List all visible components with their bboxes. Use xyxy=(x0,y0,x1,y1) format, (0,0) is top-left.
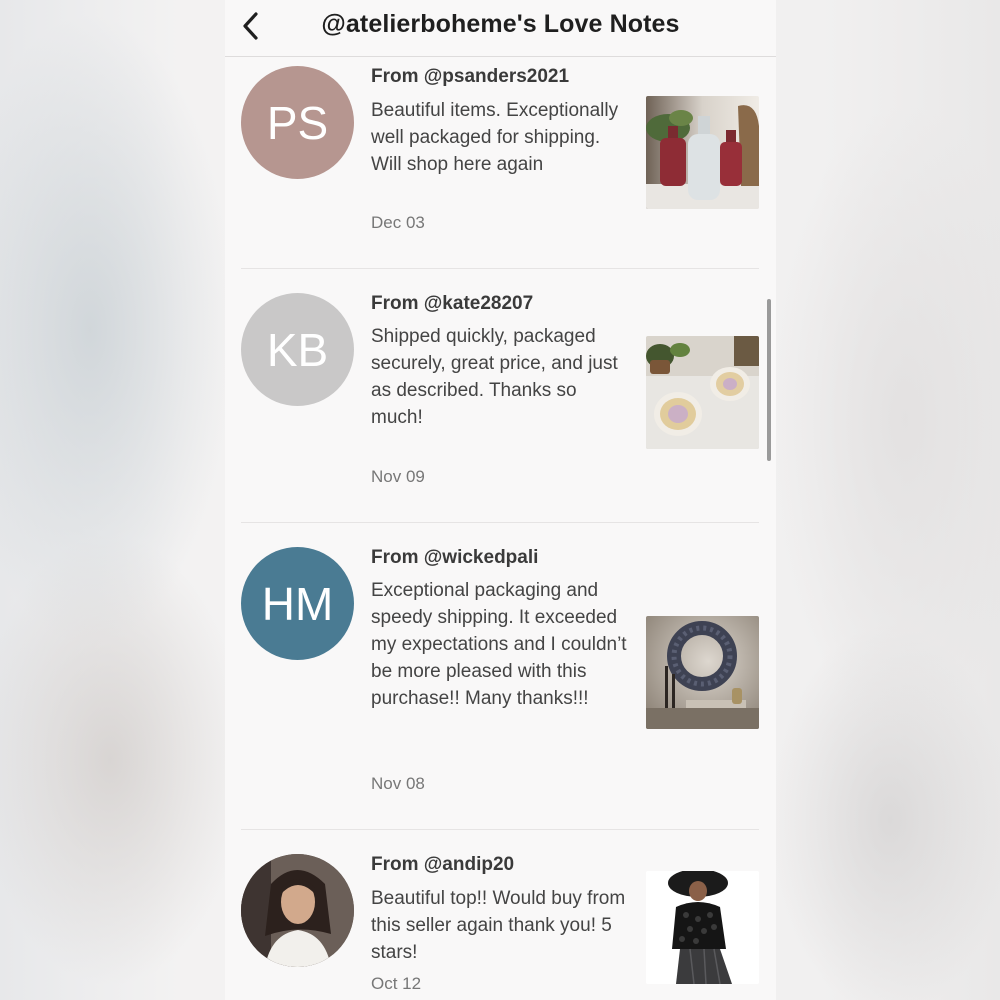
avatar[interactable]: PS xyxy=(241,66,354,179)
note-author[interactable]: From @kate28207 xyxy=(371,293,533,315)
glass-dishes-photo xyxy=(646,336,759,449)
listing-thumbnail[interactable] xyxy=(646,336,759,449)
listing-thumbnail[interactable] xyxy=(646,871,759,984)
note-author[interactable]: From @andip20 xyxy=(371,854,514,876)
scrollbar[interactable] xyxy=(767,299,771,461)
wreath-photo xyxy=(646,616,759,729)
listing-thumbnail[interactable] xyxy=(646,616,759,729)
top-bar: @atelierboheme's Love Notes xyxy=(225,0,776,57)
avatar-initials: KB xyxy=(266,323,329,376)
note-author[interactable]: From @wickedpali xyxy=(371,547,538,569)
chevron-left-icon xyxy=(243,12,258,40)
note-message: Beautiful items. Exceptionally well pack… xyxy=(371,100,619,175)
note-message: Shipped quickly, packaged securely, grea… xyxy=(371,326,618,428)
listing-thumbnail[interactable] xyxy=(646,96,759,209)
note-date: Dec 03 xyxy=(371,213,425,232)
divider xyxy=(241,522,759,523)
note-author[interactable]: From @psanders2021 xyxy=(371,66,569,88)
avatar[interactable]: KB xyxy=(241,293,354,406)
note-message: Exceptional packaging and speedy shippin… xyxy=(371,580,627,709)
bottles-photo xyxy=(646,96,759,209)
note-message: Beautiful top!! Would buy from this sell… xyxy=(371,888,626,963)
avatar-initials: HM xyxy=(261,577,334,630)
divider xyxy=(241,829,759,830)
avatar-initials: PS xyxy=(266,96,329,149)
profile-photo xyxy=(241,854,354,967)
avatar[interactable]: HM xyxy=(241,547,354,660)
back-button[interactable] xyxy=(233,8,269,44)
note-date: Nov 08 xyxy=(371,774,425,793)
avatar[interactable] xyxy=(241,854,354,967)
note-date: Oct 12 xyxy=(371,974,422,993)
note-date: Nov 09 xyxy=(371,467,425,486)
black-top-photo xyxy=(646,871,759,984)
divider xyxy=(241,268,759,269)
love-notes-screen: @atelierboheme's Love Notes PS From @psa… xyxy=(225,0,776,1000)
page-title: @atelierboheme's Love Notes xyxy=(321,10,680,38)
